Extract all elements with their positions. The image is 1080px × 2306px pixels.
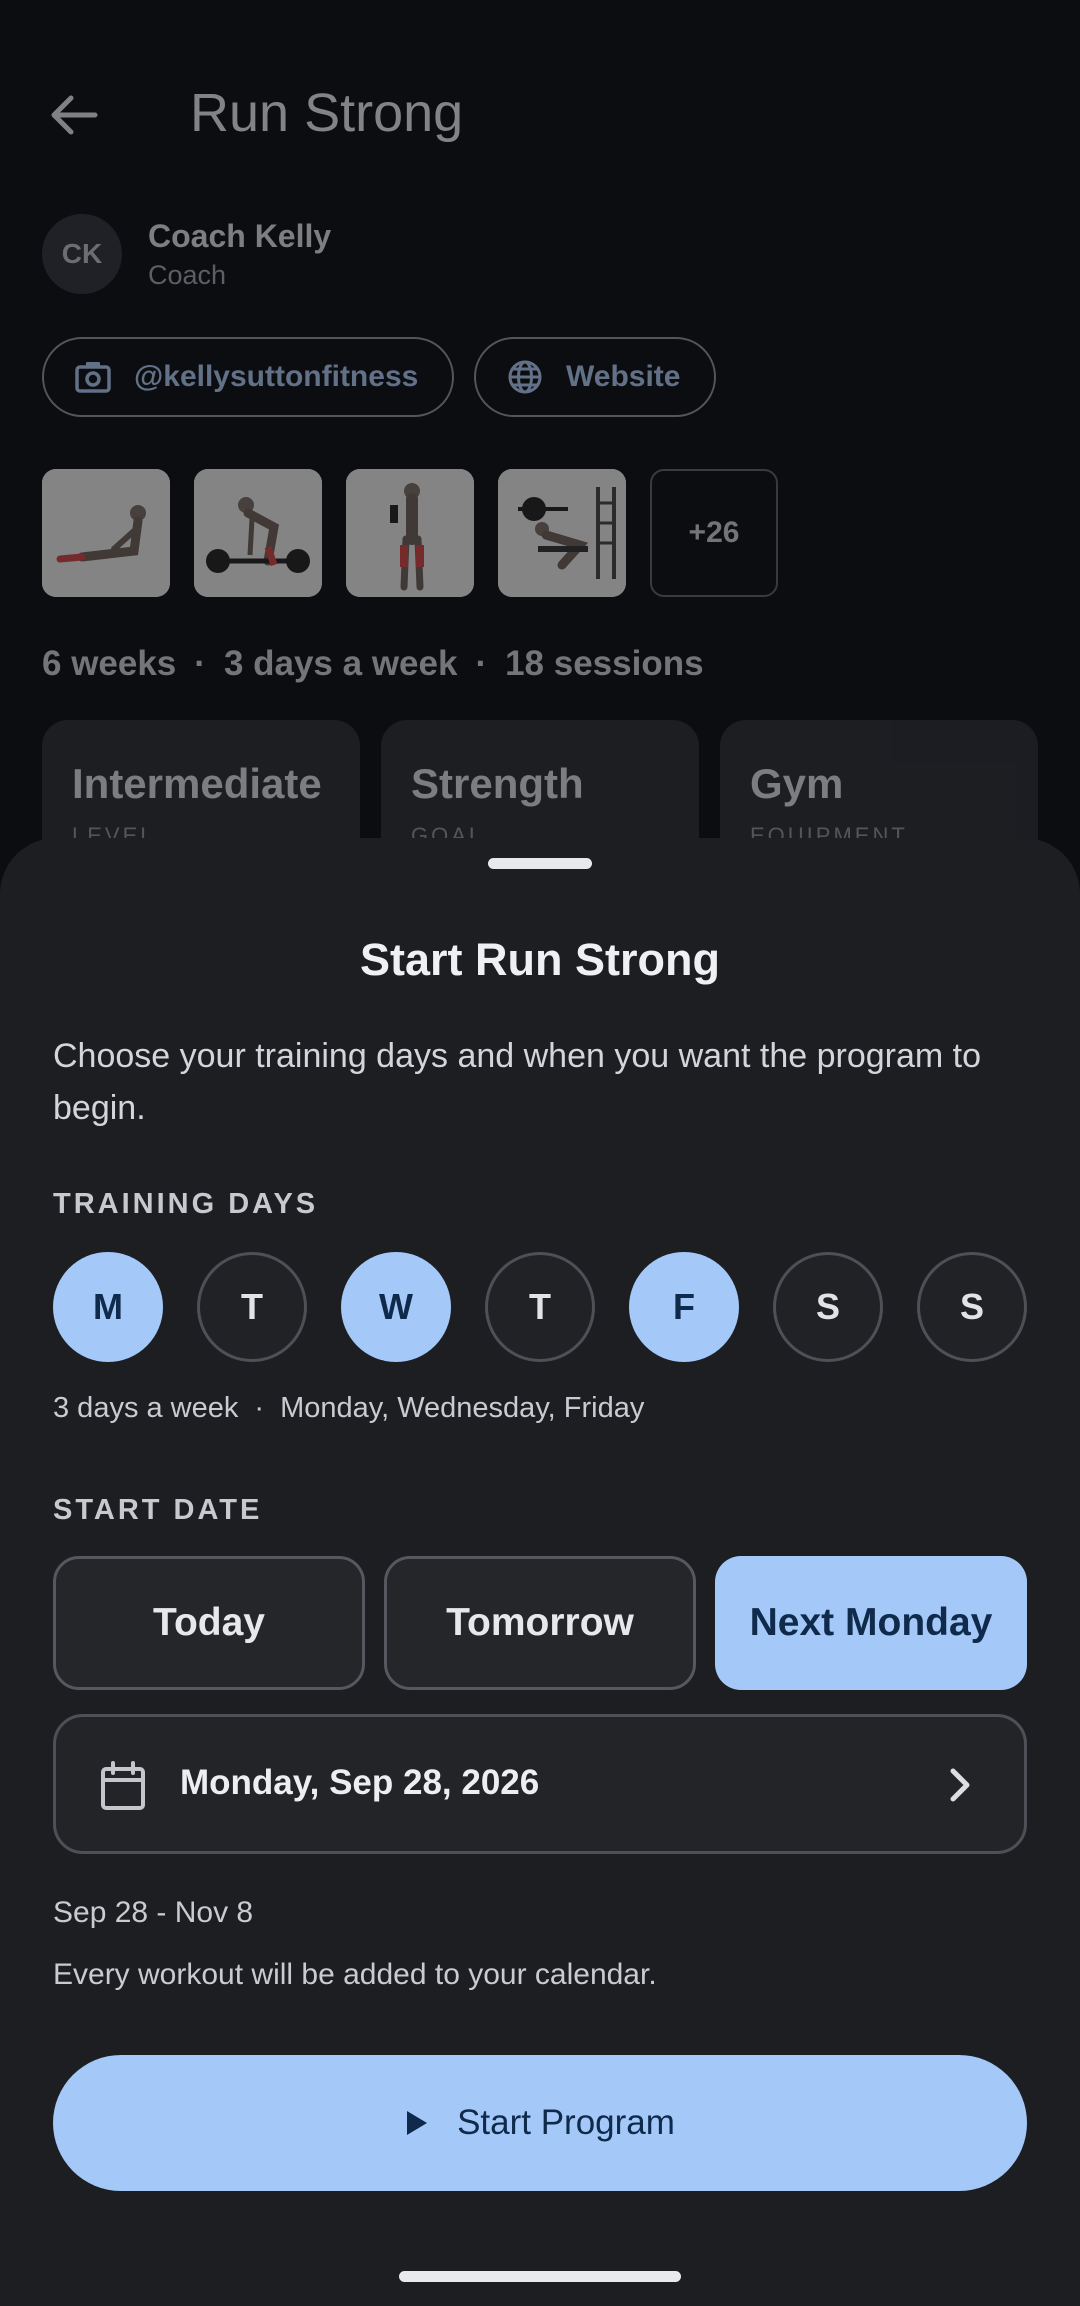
date-option-tomorrow[interactable]: Tomorrow	[384, 1556, 696, 1690]
more-thumbnails-tile[interactable]: +26	[650, 469, 778, 597]
stat-value: Intermediate	[72, 760, 322, 807]
program-meta: 6 weeks · 3 days a week · 18 sessions	[42, 644, 704, 683]
top-app-bar: Run Strong	[0, 60, 1080, 170]
training-days-label: TRAINING DAYS	[53, 1188, 319, 1220]
home-indicator[interactable]	[399, 2271, 681, 2282]
day-toggle-friday[interactable]: F	[629, 1252, 739, 1362]
instagram-link-chip[interactable]: @kellysuttonfitness	[42, 337, 454, 417]
back-arrow-icon[interactable]	[45, 90, 105, 140]
calendar-icon	[101, 1761, 145, 1810]
coach-role: Coach	[148, 260, 227, 290]
date-option-today[interactable]: Today	[53, 1556, 365, 1690]
program-detail-background: Run Strong CK Coach Kelly Coach @kellysu…	[0, 0, 1080, 900]
start-program-sheet: Start Run Strong Choose your training da…	[0, 838, 1080, 2306]
start-program-button[interactable]: Start Program	[53, 2055, 1027, 2191]
sheet-drag-handle[interactable]	[488, 858, 592, 869]
chevron-right-icon	[950, 1768, 970, 1802]
sheet-description: Choose your training days and when you w…	[53, 1037, 981, 1127]
day-toggle-thursday[interactable]: T	[485, 1252, 595, 1362]
start-date-label: START DATE	[53, 1494, 263, 1526]
program-sessions: 18 sessions	[505, 644, 704, 683]
coach-name: Coach Kelly	[148, 218, 332, 254]
website-link-chip[interactable]: Website	[474, 337, 716, 417]
day-toggle-monday[interactable]: M	[53, 1252, 163, 1362]
exercise-thumbnail[interactable]	[498, 469, 626, 597]
start-program-label: Start Program	[457, 2103, 675, 2142]
date-option-next-monday[interactable]: Next Monday	[715, 1556, 1027, 1690]
exercise-thumbnail[interactable]	[194, 469, 322, 597]
play-icon	[407, 2111, 428, 2135]
camera-icon	[75, 362, 111, 393]
sheet-title: Start Run Strong	[360, 934, 720, 985]
avatar: CK	[42, 214, 122, 294]
days-summary: 3 days a week · Monday, Wednesday, Friday	[53, 1392, 645, 1424]
program-weeks: 6 weeks	[42, 644, 177, 683]
calendar-note: Every workout will be added to your cale…	[53, 1958, 657, 1991]
day-toggle-saturday[interactable]: S	[773, 1252, 883, 1362]
exercise-thumbnail[interactable]	[346, 469, 474, 597]
selected-date: Monday, Sep 28, 2026	[180, 1763, 540, 1802]
instagram-handle: @kellysuttonfitness	[134, 360, 419, 393]
days-count: 3 days a week	[53, 1392, 239, 1424]
stat-value: Gym	[750, 760, 844, 807]
program-frequency: 3 days a week	[223, 644, 458, 683]
days-names: Monday, Wednesday, Friday	[280, 1392, 645, 1424]
page-title: Run Strong	[190, 83, 464, 143]
day-toggle-sunday[interactable]: S	[917, 1252, 1027, 1362]
day-toggle-tuesday[interactable]: T	[197, 1252, 307, 1362]
day-toggle-wednesday[interactable]: W	[341, 1252, 451, 1362]
date-picker-field[interactable]: Monday, Sep 28, 2026	[53, 1714, 1027, 1854]
exercise-thumbnail[interactable]	[42, 469, 170, 597]
website-label: Website	[566, 360, 681, 393]
globe-icon	[508, 360, 542, 394]
date-range: Sep 28 - Nov 8	[53, 1896, 254, 1929]
stat-value: Strength	[411, 760, 584, 807]
